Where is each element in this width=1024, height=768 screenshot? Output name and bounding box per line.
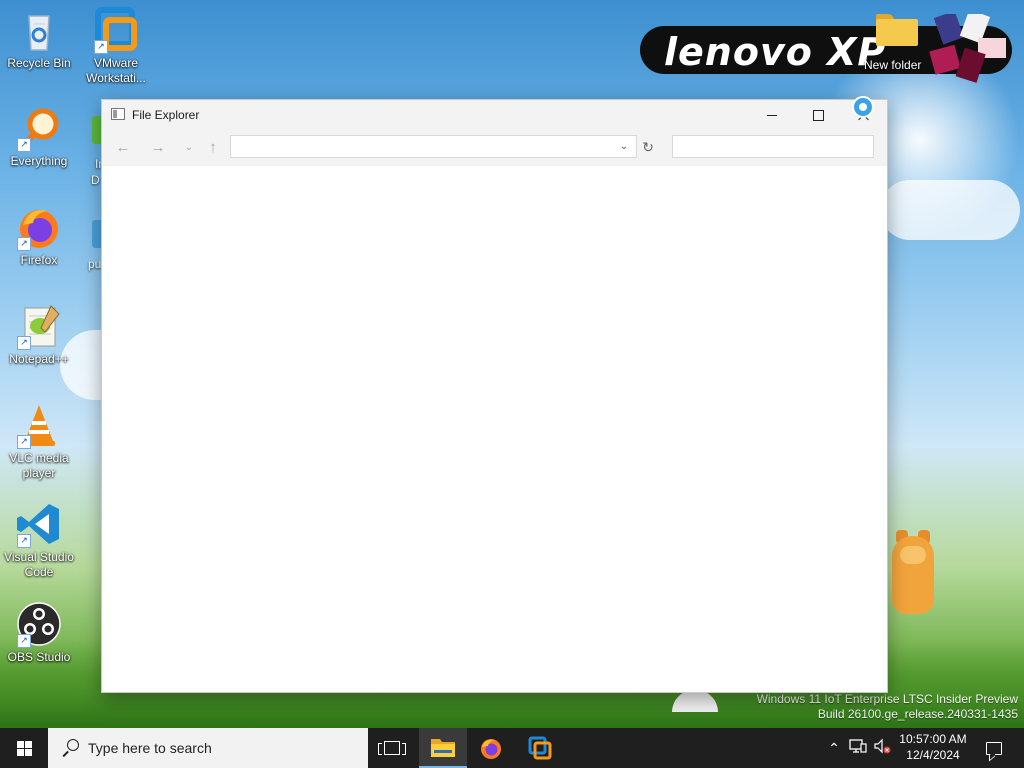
up-arrow-icon: ↑ — [209, 139, 217, 156]
file-explorer-window[interactable]: File Explorer ← → ⌄ ↑ ⌄ ↻ — [101, 96, 888, 693]
back-button[interactable]: ← — [112, 138, 134, 158]
shortcut-arrow-icon: ↗ — [17, 534, 31, 548]
xp-logo-icon — [929, 14, 1006, 83]
shortcut-arrow-icon: ↗ — [17, 138, 31, 152]
maximize-button[interactable] — [795, 100, 841, 130]
volume-button[interactable] — [872, 738, 892, 758]
firefox-icon — [481, 739, 501, 759]
desktop-icon-label: Recycle Bin — [7, 56, 71, 70]
maximize-icon — [812, 109, 824, 121]
clock-date: 12/4/2024 — [906, 748, 960, 762]
file-list-area[interactable] — [102, 166, 887, 692]
chevron-up-icon: ⌃ — [828, 740, 840, 756]
desktop-icon-everything[interactable]: ↗ Everything — [1, 104, 77, 169]
firefox-icon: ↗ — [15, 203, 63, 251]
desktop-icon-vlc[interactable]: ↗ VLC media player — [1, 401, 77, 481]
banner-text: lenovo XP — [664, 30, 887, 74]
desktop-icon-label: Notepad++ — [9, 352, 69, 366]
taskbar-vmware[interactable] — [516, 728, 564, 768]
taskbar-clock[interactable]: 10:57:00 AM 12/4/2024 — [890, 731, 976, 763]
windows-build-watermark: Windows 11 IoT Enterprise LTSC Insider P… — [757, 692, 1018, 722]
forward-arrow-icon: → — [150, 139, 166, 156]
shortcut-arrow-icon: ↗ — [17, 435, 31, 449]
show-hidden-icons-button[interactable]: ⌃ — [824, 738, 844, 758]
desktop-icon-label: OBS Studio — [7, 650, 71, 664]
task-view-icon — [378, 741, 406, 755]
desktop-icon-firefox[interactable]: ↗ Firefox — [1, 203, 77, 268]
desktop-icon-label: VMware Workstati... — [86, 56, 146, 85]
window-title: File Explorer — [132, 108, 200, 122]
vmware-icon — [528, 736, 552, 760]
desktop-icon-label: Everything — [10, 154, 68, 168]
clock-time: 10:57:00 AM — [899, 732, 967, 746]
shortcut-arrow-icon: ↗ — [17, 336, 31, 350]
desktop-icon-obs[interactable]: ↗ OBS Studio — [1, 600, 77, 665]
new-folder-label[interactable]: New folder — [864, 58, 921, 72]
search-icon — [62, 739, 80, 757]
minimize-icon — [767, 114, 777, 116]
taskbar-firefox[interactable] — [467, 728, 515, 768]
watermark-edition: Windows 11 IoT Enterprise LTSC Insider P… — [756, 692, 1018, 706]
recent-locations-button[interactable]: ⌄ — [178, 138, 200, 158]
chevron-down-icon: ⌄ — [184, 142, 194, 153]
taskbar-file-explorer[interactable] — [419, 728, 467, 768]
desktop-icon-vmware[interactable]: ↗ VMware Workstati... — [78, 6, 154, 86]
recycle-bin-icon — [15, 6, 63, 54]
back-arrow-icon: ← — [115, 139, 131, 156]
refresh-icon: ↻ — [642, 139, 654, 155]
desktop-icon-label: Firefox — [20, 253, 58, 267]
start-button[interactable] — [0, 728, 48, 768]
taskbar: Type here to search ⌃ 10:57:00 AM 12/4/2… — [0, 728, 1024, 768]
new-folder-icon[interactable] — [876, 14, 918, 46]
window-app-icon — [111, 108, 125, 120]
minimize-button[interactable] — [749, 100, 795, 130]
notifications-button[interactable] — [976, 728, 1012, 768]
volume-muted-icon — [874, 738, 891, 754]
obs-icon: ↗ — [15, 600, 63, 648]
vmware-icon: ↗ — [92, 6, 140, 54]
refresh-button[interactable]: ↻ — [640, 139, 656, 155]
desktop-icon-notepad-plus-plus[interactable]: ↗ Notepad++ — [1, 302, 77, 367]
desktop-icon-vscode[interactable]: ↗ Visual Studio Code — [1, 500, 77, 580]
notification-icon — [986, 741, 1002, 755]
desktop-icon-recycle-bin[interactable]: Recycle Bin — [1, 6, 77, 71]
shortcut-arrow-icon: ↗ — [17, 237, 31, 251]
chevron-down-icon: ⌄ — [619, 141, 629, 152]
forward-button[interactable]: → — [147, 138, 169, 158]
desktop-icon-label: Visual Studio Code — [4, 550, 74, 579]
notepad-plus-plus-icon: ↗ — [15, 302, 63, 350]
taskbar-search-placeholder: Type here to search — [88, 740, 212, 756]
up-button[interactable]: ↑ — [202, 138, 224, 158]
wallpaper-cloud — [880, 180, 1020, 240]
shortcut-arrow-icon: ↗ — [94, 40, 108, 54]
taskbar-search-box[interactable]: Type here to search — [48, 728, 368, 768]
partial-icon-label: D — [91, 173, 100, 187]
overlay-badge-icon — [852, 96, 874, 118]
watermark-build: Build 26100.ge_release.240331-1435 — [817, 707, 1018, 721]
partial-icon-label: pu — [88, 257, 102, 271]
windows-logo-icon — [16, 740, 32, 756]
shortcut-arrow-icon: ↗ — [17, 634, 31, 648]
navigation-bar: ← → ⌄ ↑ ⌄ ↻ — [102, 130, 887, 166]
network-button[interactable] — [848, 738, 868, 758]
file-explorer-icon — [431, 739, 455, 757]
everything-search-icon: ↗ — [15, 104, 63, 152]
address-bar[interactable] — [230, 135, 637, 158]
vscode-icon: ↗ — [15, 500, 63, 548]
network-icon — [849, 739, 867, 753]
desktop-icon-label: VLC media player — [9, 451, 69, 480]
search-input[interactable] — [672, 135, 874, 158]
vlc-icon: ↗ — [15, 401, 63, 449]
wallpaper-mascot — [888, 530, 938, 620]
address-dropdown-button[interactable]: ⌄ — [617, 140, 631, 154]
title-bar[interactable]: File Explorer — [102, 96, 887, 130]
task-view-button[interactable] — [368, 728, 416, 768]
